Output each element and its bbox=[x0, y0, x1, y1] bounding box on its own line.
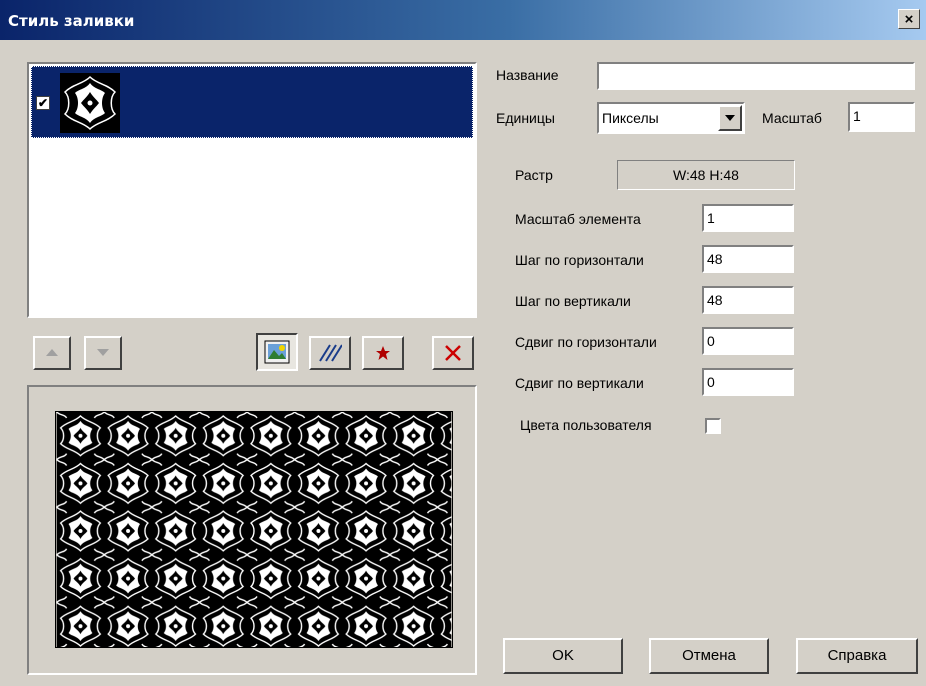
hatch-pattern-button[interactable] bbox=[309, 336, 351, 370]
user-colors-checkbox[interactable] bbox=[705, 418, 721, 434]
move-up-button[interactable] bbox=[33, 336, 71, 370]
window-title: Стиль заливки bbox=[8, 12, 135, 30]
name-field[interactable] bbox=[597, 62, 915, 90]
title-bar[interactable]: Стиль заливки × bbox=[0, 0, 926, 40]
name-label: Название bbox=[496, 67, 559, 83]
delete-button[interactable] bbox=[432, 336, 474, 370]
vshift-field[interactable]: 0 bbox=[702, 368, 794, 396]
move-down-button[interactable] bbox=[84, 336, 122, 370]
symbol-pattern-button[interactable] bbox=[362, 336, 404, 370]
pattern-preview bbox=[55, 411, 453, 648]
triangle-up-icon bbox=[35, 338, 69, 368]
cancel-button[interactable]: Отмена bbox=[649, 638, 769, 674]
scale-field[interactable]: 1 bbox=[848, 102, 915, 132]
raster-label: Растр bbox=[515, 167, 553, 183]
vstep-field[interactable]: 48 bbox=[702, 286, 794, 314]
vstep-label: Шаг по вертикали bbox=[515, 293, 631, 309]
picture-icon bbox=[258, 335, 296, 369]
units-value: Пикселы bbox=[602, 110, 659, 126]
ok-button[interactable]: OK bbox=[503, 638, 623, 674]
units-dropdown-button[interactable] bbox=[718, 105, 742, 131]
list-item[interactable]: ✔ bbox=[31, 66, 473, 138]
element-scale-label: Масштаб элемента bbox=[515, 211, 641, 227]
pattern-thumbnail bbox=[60, 73, 120, 133]
hshift-field[interactable]: 0 bbox=[702, 327, 794, 355]
chevron-down-icon bbox=[720, 107, 740, 129]
hshift-label: Сдвиг по горизонтали bbox=[515, 334, 657, 350]
star-icon bbox=[364, 338, 402, 368]
item-checkbox[interactable]: ✔ bbox=[36, 96, 50, 110]
scale-label: Масштаб bbox=[762, 110, 822, 126]
pattern-list[interactable]: ✔ bbox=[27, 62, 477, 318]
close-button[interactable]: × bbox=[898, 9, 920, 29]
element-scale-field[interactable]: 1 bbox=[702, 204, 794, 232]
units-label: Единицы bbox=[496, 110, 555, 126]
triangle-down-icon bbox=[86, 338, 120, 368]
image-pattern-button[interactable] bbox=[256, 333, 298, 371]
help-button[interactable]: Справка bbox=[796, 638, 918, 674]
hstep-field[interactable]: 48 bbox=[702, 245, 794, 273]
hatch-icon bbox=[311, 338, 349, 368]
vshift-label: Сдвиг по вертикали bbox=[515, 375, 644, 391]
user-colors-label: Цвета пользователя bbox=[520, 417, 652, 433]
raster-size-value: W:48 H:48 bbox=[617, 160, 795, 190]
units-select[interactable]: Пикселы bbox=[597, 102, 745, 134]
red-x-icon bbox=[434, 338, 472, 368]
hstep-label: Шаг по горизонтали bbox=[515, 252, 644, 268]
